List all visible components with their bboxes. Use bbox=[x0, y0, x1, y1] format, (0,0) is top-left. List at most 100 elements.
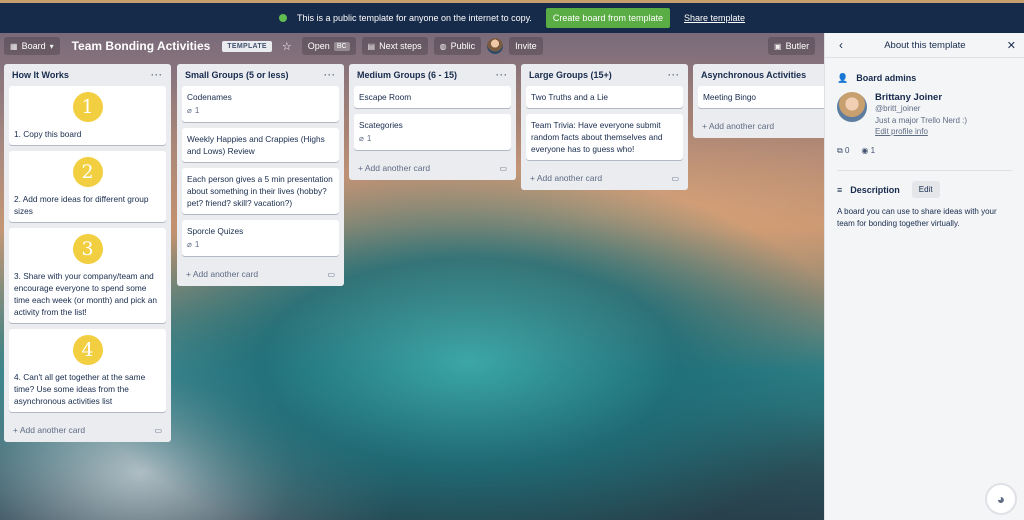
list-card[interactable]: Weekly Happies and Crappies (Highs and L… bbox=[182, 128, 339, 162]
add-card-label: Add another card bbox=[708, 121, 775, 131]
card-text: 3. Share with your company/team and enco… bbox=[14, 271, 157, 317]
add-card-button[interactable]: + Add another card ▭ bbox=[354, 156, 511, 180]
chevron-down-icon: ▾ bbox=[49, 41, 54, 51]
add-card-label: Add another card bbox=[192, 269, 259, 279]
admin-bio: Just a major Trello Nerd :) bbox=[875, 116, 968, 125]
add-card-label: Add another card bbox=[536, 173, 603, 183]
description-icon: ≡ bbox=[837, 184, 843, 195]
board-title[interactable]: Team Bonding Activities bbox=[66, 39, 217, 53]
template-stats: ⧉ 0 ◉ 1 bbox=[825, 136, 1024, 156]
edit-description-button[interactable]: Edit bbox=[911, 181, 940, 198]
list-header[interactable]: Small Groups (5 or less) ··· bbox=[182, 64, 339, 86]
card-template-icon[interactable]: ▭ bbox=[671, 174, 679, 183]
card-text: Escape Room bbox=[359, 92, 412, 102]
add-card-button[interactable]: + Add another card ▭ bbox=[182, 262, 339, 286]
list-card[interactable]: 3 3. Share with your company/team and en… bbox=[9, 228, 166, 323]
edit-profile-link[interactable]: Edit profile info bbox=[875, 127, 967, 136]
invite-button[interactable]: Invite bbox=[509, 37, 543, 55]
views-stat: ◉ 1 bbox=[861, 146, 875, 156]
butler-icon: ▣ bbox=[774, 41, 782, 51]
list-header[interactable]: Large Groups (15+) ··· bbox=[526, 64, 683, 86]
star-icon[interactable]: ☆ bbox=[278, 40, 296, 53]
person-icon: 👤 bbox=[837, 72, 849, 83]
description-heading: ≡ Description Edit bbox=[825, 171, 1024, 198]
create-board-from-template-button[interactable]: Create board from template bbox=[545, 8, 670, 28]
list-title: Small Groups (5 or less) bbox=[185, 70, 289, 80]
next-steps-button[interactable]: ▤ Next steps bbox=[361, 37, 428, 55]
list-header[interactable]: Medium Groups (6 - 15) ··· bbox=[354, 64, 511, 86]
list-card[interactable]: Two Truths and a Lie bbox=[526, 86, 683, 108]
public-template-banner: This is a public template for anyone on … bbox=[0, 0, 1024, 33]
list-card[interactable]: 1 1. Copy this board bbox=[9, 86, 166, 145]
card-template-icon[interactable]: ▭ bbox=[499, 164, 507, 173]
board-admins-heading: 👤 Board admins bbox=[837, 64, 1012, 92]
card-template-icon[interactable]: ▭ bbox=[327, 270, 335, 279]
card-text: Two Truths and a Lie bbox=[531, 92, 609, 102]
number-circle: 3 bbox=[72, 234, 103, 264]
card-template-icon[interactable]: ▭ bbox=[154, 426, 162, 435]
copy-icon: ⧉ bbox=[837, 146, 843, 155]
avatar[interactable] bbox=[837, 92, 867, 122]
more-icon[interactable]: ··· bbox=[324, 70, 336, 80]
add-card-button[interactable]: + Add another card ▭ bbox=[9, 418, 166, 442]
attachment-count: 1 bbox=[194, 106, 200, 115]
more-icon[interactable]: ··· bbox=[668, 70, 680, 80]
plus-icon: + bbox=[702, 121, 709, 131]
open-label: Open bbox=[307, 41, 330, 51]
card-text: Sporcle Quizes bbox=[187, 226, 244, 236]
paperclip-icon: ⌀ bbox=[359, 134, 364, 143]
list-title: How It Works bbox=[12, 70, 69, 80]
card-text: 4. Can't all get together at the same ti… bbox=[14, 372, 146, 406]
list-large-groups: Large Groups (15+) ··· Two Truths and a … bbox=[521, 64, 688, 190]
attachment-badge: ⌀ 1 bbox=[187, 105, 334, 117]
list-header[interactable]: How It Works ··· bbox=[9, 64, 166, 86]
attachment-count: 1 bbox=[194, 240, 200, 249]
list-card[interactable]: 4 4. Can't all get together at the same … bbox=[9, 329, 166, 412]
visibility-button[interactable]: ◍ Public bbox=[433, 37, 482, 55]
paperclip-icon: ⌀ bbox=[187, 106, 192, 115]
close-icon[interactable]: ✕ bbox=[1007, 39, 1016, 52]
butler-button[interactable]: ▣ Butler bbox=[768, 37, 816, 55]
list-medium-groups: Medium Groups (6 - 15) ··· Escape Room S… bbox=[349, 64, 516, 180]
back-icon[interactable]: ‹ bbox=[839, 38, 843, 52]
add-card-button[interactable]: + Add another card ▭ bbox=[526, 166, 683, 190]
description-label: Description bbox=[850, 184, 900, 195]
more-icon[interactable]: ··· bbox=[496, 70, 508, 80]
husky-mascot-icon[interactable]: ◕ bbox=[985, 483, 1017, 515]
board-view-switcher[interactable]: ▦ Board ▾ bbox=[4, 37, 60, 55]
card-text: 2. Add more ideas for different group si… bbox=[14, 194, 149, 216]
card-text: Codenames bbox=[187, 92, 232, 102]
number-circle: 4 bbox=[72, 335, 103, 365]
open-button[interactable]: Open BC bbox=[301, 37, 356, 55]
share-template-link[interactable]: Share template bbox=[684, 13, 745, 23]
plus-icon: + bbox=[358, 163, 365, 173]
more-icon[interactable]: ··· bbox=[151, 70, 163, 80]
about-template-sidebar: ‹ About this template ✕ 👤 Board admins B… bbox=[824, 33, 1024, 520]
list-card[interactable]: Each person gives a 5 min presentation a… bbox=[182, 168, 339, 214]
list-card[interactable]: Codenames ⌀ 1 bbox=[182, 86, 339, 122]
admin-profile: Brittany Joiner @britt_joiner Just a maj… bbox=[837, 92, 1012, 136]
template-badge: TEMPLATE bbox=[222, 40, 272, 52]
globe-icon: ◍ bbox=[439, 41, 447, 51]
open-badge: BC bbox=[333, 41, 350, 51]
views-count: 1 bbox=[870, 146, 876, 155]
board-header: ▦ Board ▾ Team Bonding Activities TEMPLA… bbox=[0, 33, 824, 59]
admin-handle: @britt_joiner bbox=[875, 104, 921, 113]
globe-icon bbox=[278, 14, 287, 22]
checklist-icon: ▤ bbox=[367, 41, 376, 51]
add-card-label: Add another card bbox=[364, 163, 431, 173]
sidebar-title: About this template bbox=[884, 39, 966, 51]
list-card[interactable]: Escape Room bbox=[354, 86, 511, 108]
list-card[interactable]: Sporcle Quizes ⌀ 1 bbox=[182, 220, 339, 256]
list-card[interactable]: Scategories ⌀ 1 bbox=[354, 114, 511, 150]
description-text: A board you can use to share ideas with … bbox=[837, 207, 997, 228]
paperclip-icon: ⌀ bbox=[187, 240, 192, 249]
banner-message: This is a public template for anyone on … bbox=[296, 13, 532, 23]
number-circle: 1 bbox=[72, 92, 103, 122]
list-card[interactable]: 2 2. Add more ideas for different group … bbox=[9, 151, 166, 222]
list-how-it-works: How It Works ··· 1 1. Copy this board 2 … bbox=[4, 64, 171, 442]
member-avatar[interactable] bbox=[487, 38, 504, 54]
list-small-groups: Small Groups (5 or less) ··· Codenames ⌀… bbox=[177, 64, 344, 286]
list-card[interactable]: Team Trivia: Have everyone submit random… bbox=[526, 114, 683, 160]
card-text: Each person gives a 5 min presentation a… bbox=[187, 174, 333, 208]
